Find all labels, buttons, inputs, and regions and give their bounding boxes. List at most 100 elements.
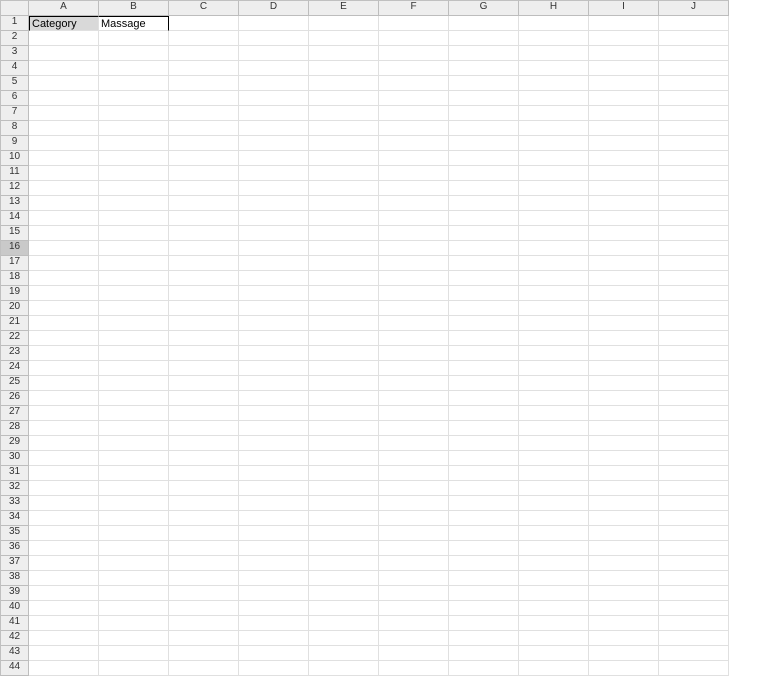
cell-B21[interactable] xyxy=(99,316,169,331)
row-header-32[interactable]: 32 xyxy=(1,481,29,496)
cell-D35[interactable] xyxy=(239,526,309,541)
cell-C25[interactable] xyxy=(169,376,239,391)
cell-H32[interactable] xyxy=(519,481,589,496)
row-header-10[interactable]: 10 xyxy=(1,151,29,166)
cell-H33[interactable] xyxy=(519,496,589,511)
cell-D26[interactable] xyxy=(239,391,309,406)
cell-E42[interactable] xyxy=(309,631,379,646)
cell-A36[interactable] xyxy=(29,541,99,556)
cell-I21[interactable] xyxy=(589,316,659,331)
cell-I28[interactable] xyxy=(589,421,659,436)
cell-F41[interactable] xyxy=(379,616,449,631)
cell-G34[interactable] xyxy=(449,511,519,526)
row-header-31[interactable]: 31 xyxy=(1,466,29,481)
cell-F4[interactable] xyxy=(379,61,449,76)
cell-A32[interactable] xyxy=(29,481,99,496)
cell-A1[interactable]: Category xyxy=(29,16,99,31)
cell-F12[interactable] xyxy=(379,181,449,196)
cell-G14[interactable] xyxy=(449,211,519,226)
cell-C43[interactable] xyxy=(169,646,239,661)
cell-A26[interactable] xyxy=(29,391,99,406)
cell-D31[interactable] xyxy=(239,466,309,481)
cell-F44[interactable] xyxy=(379,661,449,676)
cell-J39[interactable] xyxy=(659,586,729,601)
cell-I26[interactable] xyxy=(589,391,659,406)
cell-A43[interactable] xyxy=(29,646,99,661)
cell-C16[interactable] xyxy=(169,241,239,256)
cell-E19[interactable] xyxy=(309,286,379,301)
cell-D8[interactable] xyxy=(239,121,309,136)
cell-D22[interactable] xyxy=(239,331,309,346)
cell-J11[interactable] xyxy=(659,166,729,181)
cell-B37[interactable] xyxy=(99,556,169,571)
cell-G17[interactable] xyxy=(449,256,519,271)
cell-B26[interactable] xyxy=(99,391,169,406)
cell-D30[interactable] xyxy=(239,451,309,466)
cell-E15[interactable] xyxy=(309,226,379,241)
row-header-42[interactable]: 42 xyxy=(1,631,29,646)
cell-E44[interactable] xyxy=(309,661,379,676)
cell-D27[interactable] xyxy=(239,406,309,421)
row-header-14[interactable]: 14 xyxy=(1,211,29,226)
cell-I37[interactable] xyxy=(589,556,659,571)
cell-F5[interactable] xyxy=(379,76,449,91)
cell-A25[interactable] xyxy=(29,376,99,391)
col-header-H[interactable]: H xyxy=(519,1,589,16)
cell-G28[interactable] xyxy=(449,421,519,436)
cell-C33[interactable] xyxy=(169,496,239,511)
cell-B12[interactable] xyxy=(99,181,169,196)
row-header-15[interactable]: 15 xyxy=(1,226,29,241)
cell-C29[interactable] xyxy=(169,436,239,451)
cell-H17[interactable] xyxy=(519,256,589,271)
cell-D43[interactable] xyxy=(239,646,309,661)
cell-D10[interactable] xyxy=(239,151,309,166)
cell-A14[interactable] xyxy=(29,211,99,226)
cell-D38[interactable] xyxy=(239,571,309,586)
cell-H29[interactable] xyxy=(519,436,589,451)
cell-H7[interactable] xyxy=(519,106,589,121)
cell-D37[interactable] xyxy=(239,556,309,571)
cell-G39[interactable] xyxy=(449,586,519,601)
cell-C8[interactable] xyxy=(169,121,239,136)
cell-G24[interactable] xyxy=(449,361,519,376)
cell-A33[interactable] xyxy=(29,496,99,511)
cell-E10[interactable] xyxy=(309,151,379,166)
row-header-21[interactable]: 21 xyxy=(1,316,29,331)
cell-C7[interactable] xyxy=(169,106,239,121)
cell-F19[interactable] xyxy=(379,286,449,301)
row-header-19[interactable]: 19 xyxy=(1,286,29,301)
cell-C27[interactable] xyxy=(169,406,239,421)
cell-H31[interactable] xyxy=(519,466,589,481)
cell-G41[interactable] xyxy=(449,616,519,631)
row-header-18[interactable]: 18 xyxy=(1,271,29,286)
cell-C17[interactable] xyxy=(169,256,239,271)
cell-C5[interactable] xyxy=(169,76,239,91)
cell-C20[interactable] xyxy=(169,301,239,316)
row-header-36[interactable]: 36 xyxy=(1,541,29,556)
cell-D21[interactable] xyxy=(239,316,309,331)
cell-I43[interactable] xyxy=(589,646,659,661)
cell-I42[interactable] xyxy=(589,631,659,646)
cell-I9[interactable] xyxy=(589,136,659,151)
cell-C36[interactable] xyxy=(169,541,239,556)
cell-E28[interactable] xyxy=(309,421,379,436)
cell-E31[interactable] xyxy=(309,466,379,481)
row-header-37[interactable]: 37 xyxy=(1,556,29,571)
cell-F24[interactable] xyxy=(379,361,449,376)
cell-B38[interactable] xyxy=(99,571,169,586)
cell-G20[interactable] xyxy=(449,301,519,316)
cell-H15[interactable] xyxy=(519,226,589,241)
cell-A38[interactable] xyxy=(29,571,99,586)
cell-D9[interactable] xyxy=(239,136,309,151)
cell-J16[interactable] xyxy=(659,241,729,256)
cell-E22[interactable] xyxy=(309,331,379,346)
cell-G44[interactable] xyxy=(449,661,519,676)
cell-C6[interactable] xyxy=(169,91,239,106)
row-header-13[interactable]: 13 xyxy=(1,196,29,211)
cell-A37[interactable] xyxy=(29,556,99,571)
cell-F40[interactable] xyxy=(379,601,449,616)
row-header-12[interactable]: 12 xyxy=(1,181,29,196)
cell-C31[interactable] xyxy=(169,466,239,481)
cell-D5[interactable] xyxy=(239,76,309,91)
cell-F13[interactable] xyxy=(379,196,449,211)
